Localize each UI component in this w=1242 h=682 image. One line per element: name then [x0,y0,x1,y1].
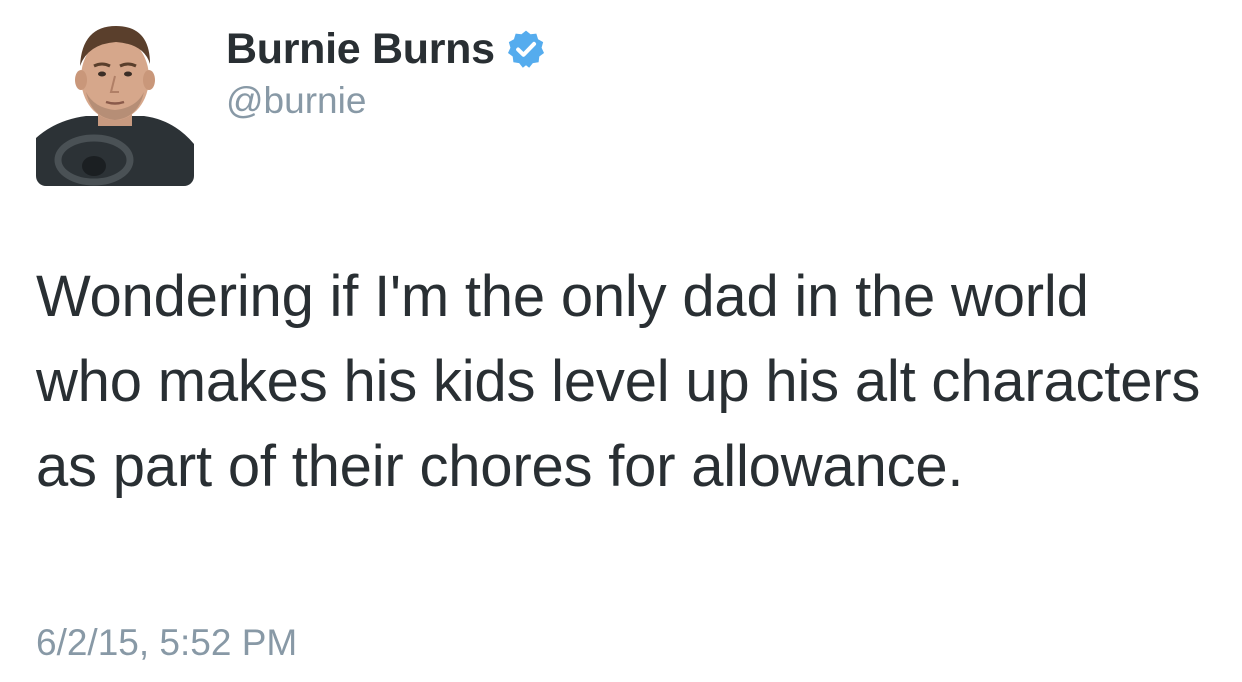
verified-badge-icon [505,28,547,70]
tweet-card: Burnie Burns @burnie Wondering if I'm th… [0,0,1242,682]
user-avatar[interactable] [36,20,194,186]
avatar-photo-icon [36,20,194,186]
tweet-text: Wondering if I'm the only dad in the wor… [36,264,1201,499]
author-handle[interactable]: @burnie [226,80,366,122]
tweet-timestamp[interactable]: 6/2/15, 5:52 PM [36,622,297,664]
author-display-name[interactable]: Burnie Burns [226,25,495,74]
author-name-row: Burnie Burns [226,22,547,76]
